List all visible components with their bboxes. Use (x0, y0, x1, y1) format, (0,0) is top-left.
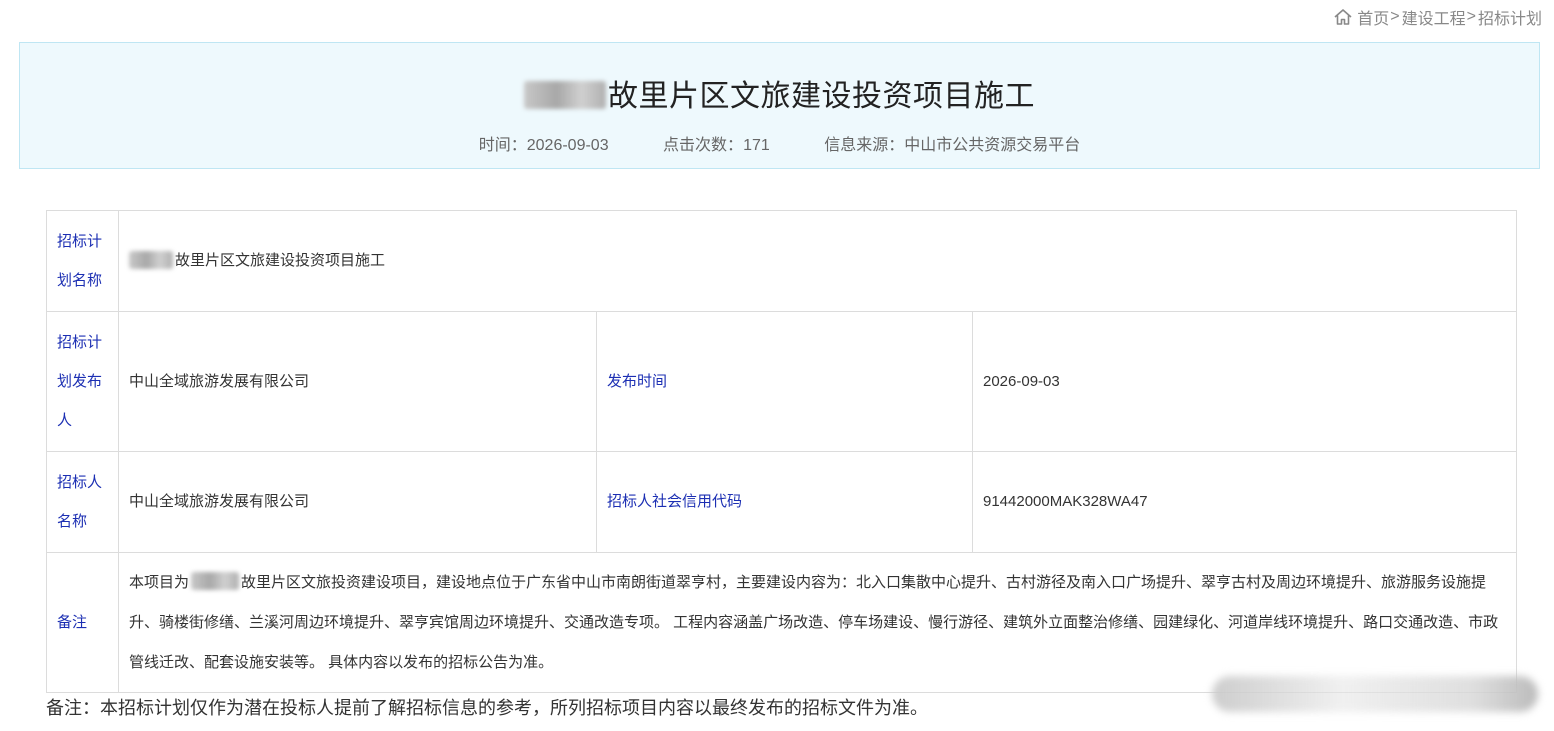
redacted-blur (524, 81, 606, 110)
click-count: 点击次数：171 (663, 137, 770, 154)
info-source-value: 中山市公共资源交易平台 (904, 137, 1081, 154)
breadcrumb-link-construction[interactable]: 建设工程 (1402, 5, 1466, 29)
home-icon[interactable] (1333, 7, 1353, 27)
info-source: 信息来源：中山市公共资源交易平台 (824, 137, 1080, 154)
breadcrumb-separator: > (1390, 8, 1400, 25)
click-count-value: 171 (743, 137, 770, 154)
table-row: 招标计划名称 故里片区文旅建设投资项目施工 (46, 210, 1518, 312)
tenderer-label: 招标人名称 (46, 451, 119, 553)
plan-name-label: 招标计划名称 (46, 210, 119, 312)
publish-time-label: 时间： (478, 137, 527, 154)
credit-code-value: 91442000MAK328WA47 (971, 451, 1518, 553)
tender-plan-table: 招标计划名称 故里片区文旅建设投资项目施工 招标计划发布人 中山全域旅游发展有限… (46, 210, 1518, 693)
remark-prefix: 本项目为 (129, 573, 190, 591)
table-row: 招标人名称 中山全域旅游发展有限公司 招标人社会信用代码 91442000MAK… (46, 451, 1518, 553)
table-row: 备注 本项目为 故里片区文旅投资建设项目，建设地点位于广东省中山市南朗街道翠亨村，… (46, 552, 1518, 693)
publisher-value: 中山全域旅游发展有限公司 (118, 311, 597, 452)
redacted-blur (191, 572, 240, 591)
publish-time-cell-value: 2026-09-03 (971, 311, 1518, 452)
breadcrumb: 首页 > 建设工程 > 招标计划 (1333, 6, 1542, 28)
article-meta: 时间：2026-09-03 点击次数：171 信息来源：中山市公共资源交易平台 (20, 131, 1539, 155)
breadcrumb-current-page[interactable]: 招标计划 (1478, 5, 1542, 29)
remark-text: 故里片区文旅投资建设项目，建设地点位于广东省中山市南朗街道翠亨村，主要建设内容为… (129, 573, 1499, 671)
tenderer-value: 中山全域旅游发展有限公司 (118, 451, 597, 553)
publish-time-cell-label: 发布时间 (596, 311, 973, 452)
breadcrumb-home-link[interactable]: 首页 (1357, 5, 1389, 29)
breadcrumb-separator: > (1466, 8, 1476, 25)
watermark-blur (1212, 676, 1538, 712)
redacted-blur (129, 250, 173, 269)
plan-name-text: 故里片区文旅建设投资项目施工 (175, 252, 386, 269)
publish-time-value: 2026-09-03 (526, 137, 609, 154)
table-row: 招标计划发布人 中山全域旅游发展有限公司 发布时间 2026-09-03 (46, 311, 1518, 452)
publish-time: 时间：2026-09-03 (479, 137, 609, 154)
info-source-label: 信息来源： (824, 137, 905, 154)
remark-value: 本项目为 故里片区文旅投资建设项目，建设地点位于广东省中山市南朗街道翠亨村，主要建… (117, 552, 1518, 693)
click-count-label: 点击次数： (663, 137, 744, 154)
plan-name-value: 故里片区文旅建设投资项目施工 (117, 210, 1518, 312)
title-box: 故里片区文旅建设投资项目施工 时间：2026-09-03 点击次数：171 信息… (19, 42, 1540, 169)
credit-code-label: 招标人社会信用代码 (596, 451, 973, 553)
publisher-label: 招标计划发布人 (46, 311, 119, 452)
disclaimer-note: 备注：本招标计划仅作为潜在投标人提前了解招标信息的参考，所列招标项目内容以最终发… (46, 698, 928, 718)
page-title: 故里片区文旅建设投资项目施工 (20, 77, 1539, 117)
page-title-text: 故里片区文旅建设投资项目施工 (608, 80, 1035, 113)
remark-label: 备注 (46, 552, 119, 693)
